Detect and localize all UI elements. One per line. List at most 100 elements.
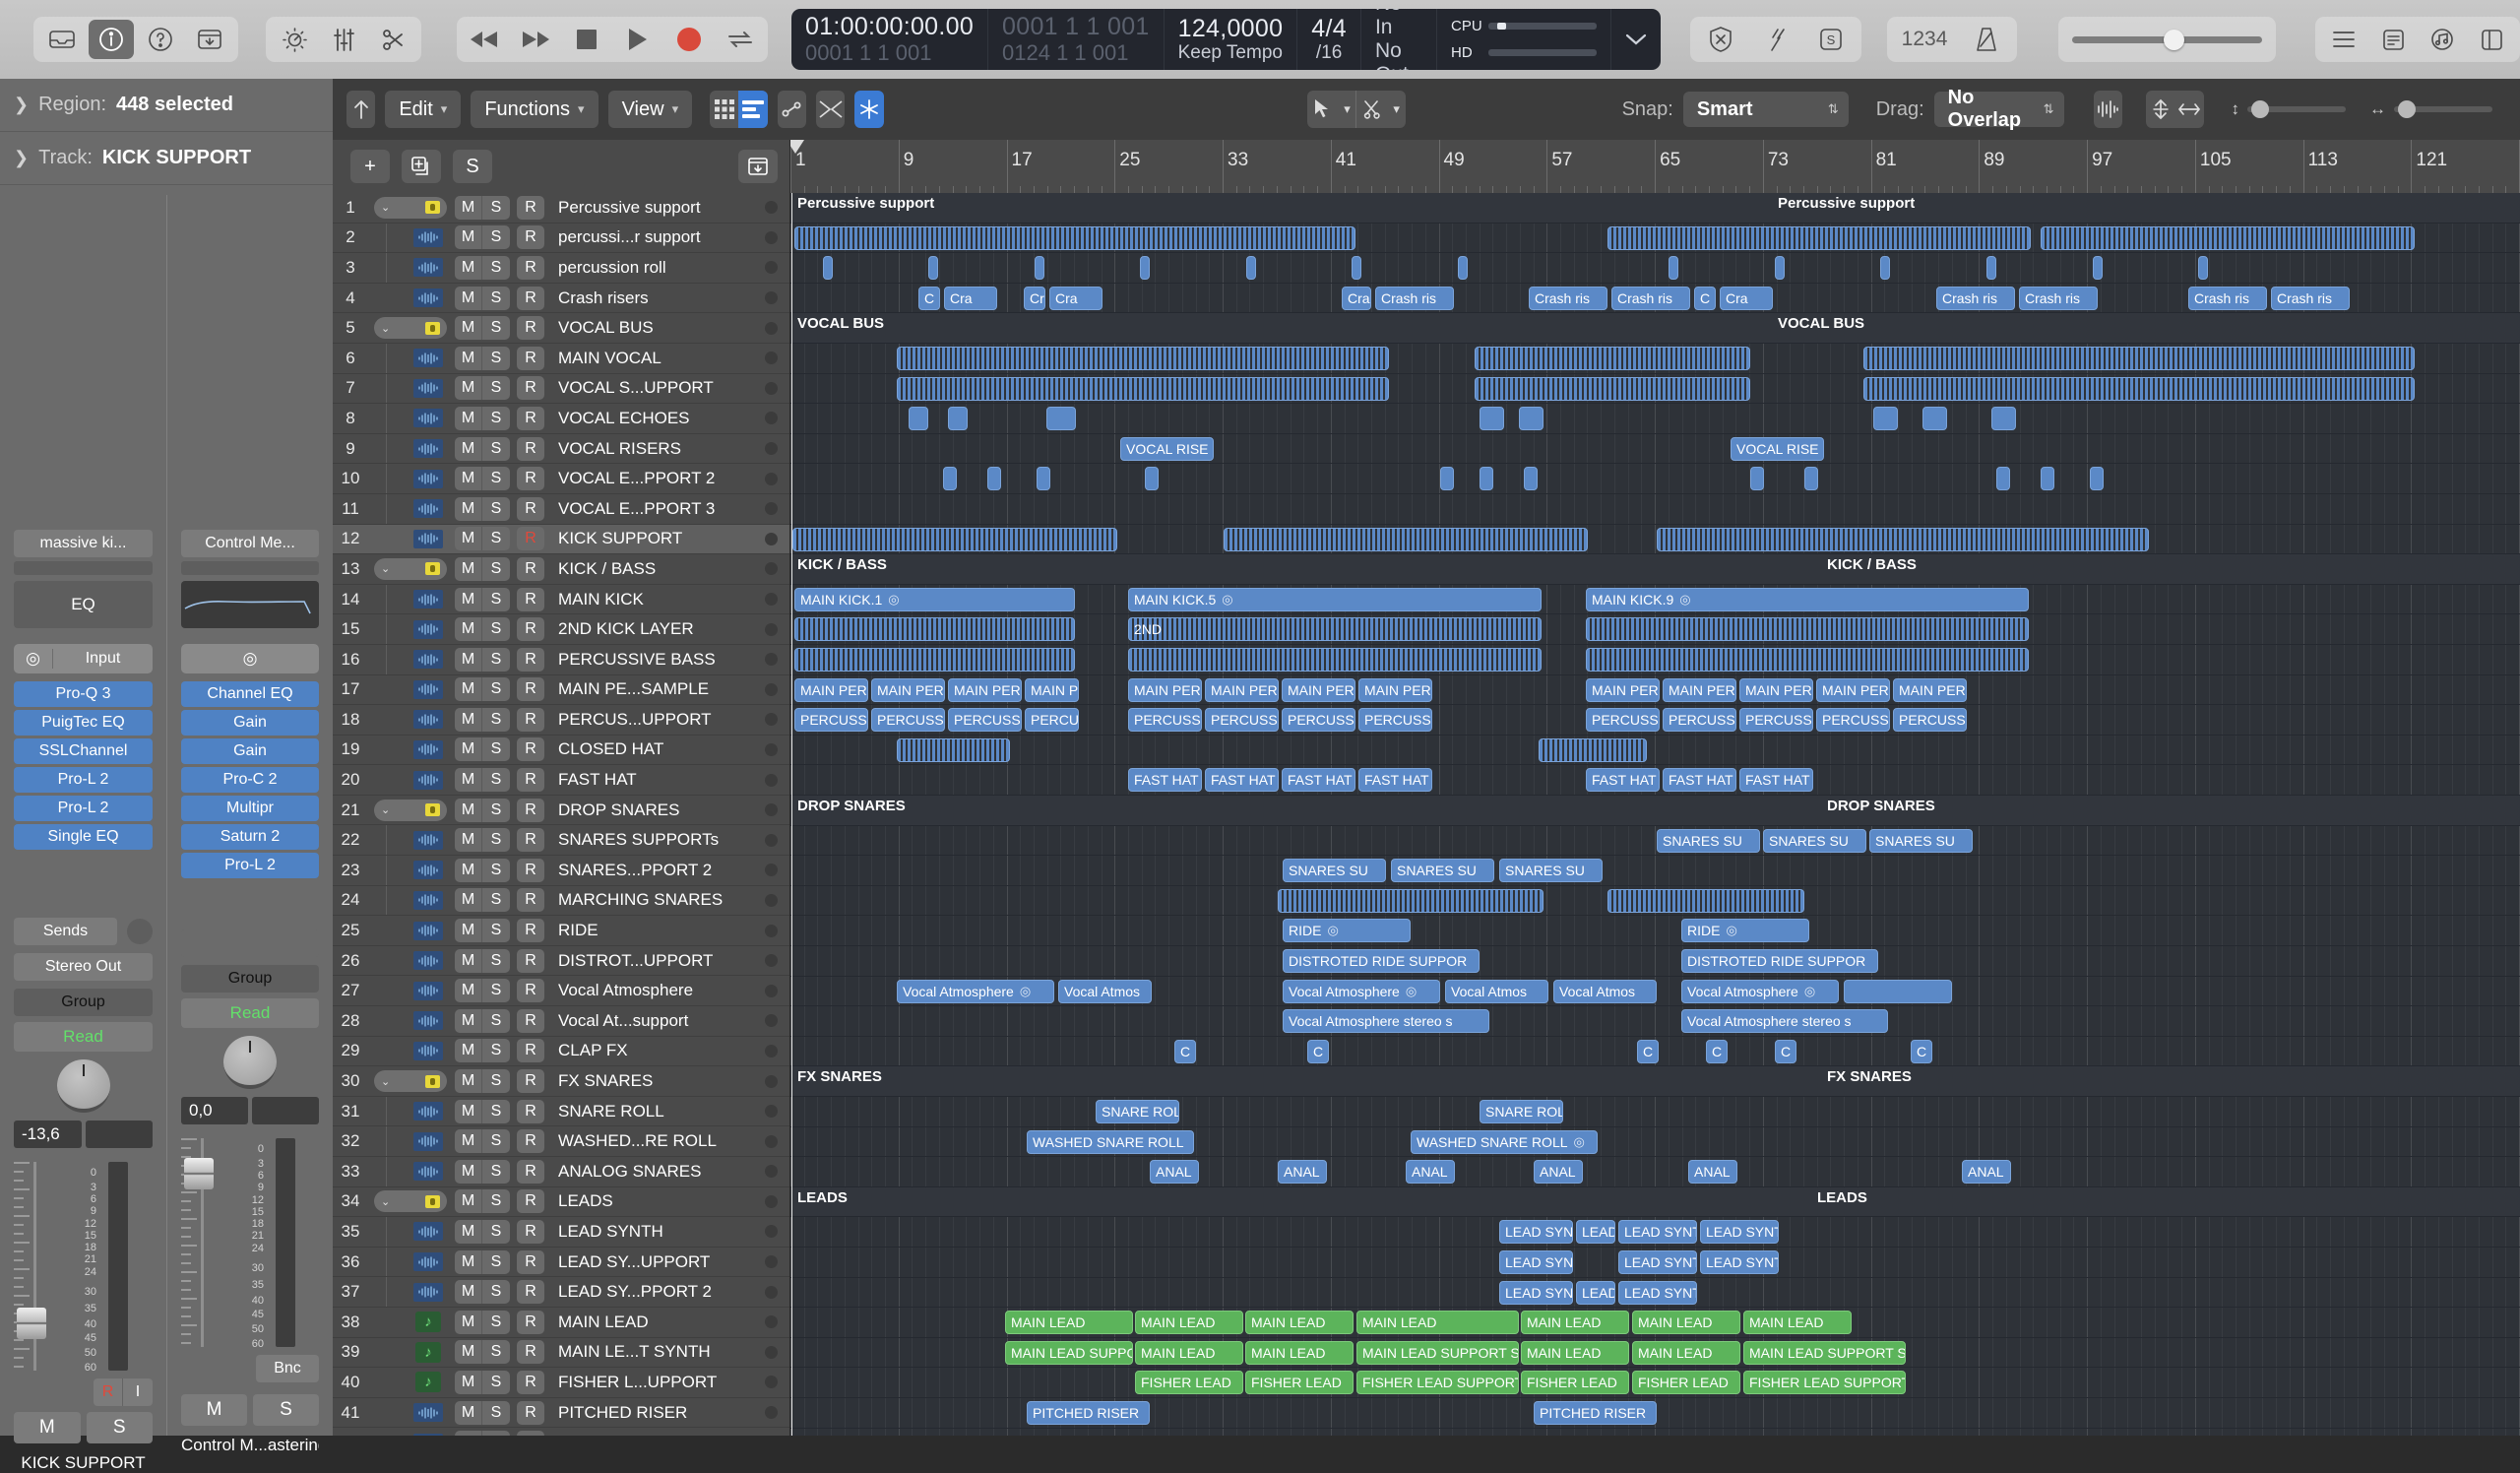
- region[interactable]: [1458, 256, 1468, 280]
- region[interactable]: [1037, 467, 1050, 490]
- strip2-setting[interactable]: Control Me...: [181, 530, 319, 557]
- track-name[interactable]: KICK / BASS: [558, 559, 765, 579]
- region[interactable]: PERCUSSIO: [1358, 708, 1432, 732]
- track-mute-button[interactable]: M: [455, 1371, 482, 1394]
- region[interactable]: RIDE◎: [1681, 919, 1809, 942]
- region[interactable]: [2090, 467, 2104, 490]
- audio-track-icon[interactable]: [413, 861, 443, 879]
- region[interactable]: C: [1307, 1040, 1329, 1063]
- track-lane[interactable]: [790, 253, 2520, 284]
- region[interactable]: PERCUSSIO: [1816, 708, 1890, 732]
- strip2-fader-cap[interactable]: [184, 1158, 214, 1189]
- track-row[interactable]: 28MSRVocal At...support: [333, 1006, 789, 1037]
- track-color-dot[interactable]: [765, 1376, 778, 1388]
- track-color-dot[interactable]: [765, 1075, 778, 1088]
- track-name[interactable]: LEADS: [558, 1191, 765, 1211]
- region[interactable]: PERCUSSIO: [1663, 708, 1736, 732]
- strip2-input-slot[interactable]: ◎: [181, 644, 319, 673]
- audio-track-icon[interactable]: [413, 379, 443, 398]
- plugin-slot[interactable]: Gain: [181, 738, 319, 764]
- track-name[interactable]: DROP SNARES: [558, 801, 765, 820]
- region[interactable]: PITCHED RISER: [1534, 1401, 1657, 1425]
- track-lane[interactable]: [790, 946, 2520, 977]
- track-name[interactable]: DISTROT...UPPORT: [558, 951, 765, 971]
- track-mute-button[interactable]: M: [455, 287, 482, 310]
- catch-playhead-icon[interactable]: [854, 91, 883, 128]
- track-mute-button[interactable]: M: [455, 1039, 482, 1062]
- track-record-button[interactable]: R: [517, 859, 544, 882]
- track-name[interactable]: SNARES SUPPORTs: [558, 830, 765, 850]
- track-inspector-header[interactable]: ❯ Track: KICK SUPPORT: [0, 132, 333, 185]
- audio-track-icon[interactable]: [413, 891, 443, 910]
- collapse-tracks-icon[interactable]: [738, 150, 778, 183]
- track-row[interactable]: 4MSRCrash risers: [333, 284, 789, 314]
- track-solo-button[interactable]: S: [482, 1220, 510, 1244]
- region[interactable]: [1035, 256, 1044, 280]
- track-mute-button[interactable]: M: [455, 1250, 482, 1274]
- region[interactable]: [1844, 980, 1952, 1003]
- track-record-button[interactable]: R: [517, 1039, 544, 1062]
- stop-icon[interactable]: [567, 23, 606, 56]
- track-mute-button[interactable]: M: [455, 196, 482, 220]
- track-solo-button[interactable]: S: [482, 557, 510, 581]
- track-row[interactable]: 41MSRPITCHED RISER: [333, 1398, 789, 1429]
- region[interactable]: [1145, 467, 1159, 490]
- region[interactable]: PERCUSSIO: [794, 708, 868, 732]
- track-name[interactable]: MAIN LE...T SYNTH: [558, 1342, 765, 1362]
- track-record-button[interactable]: R: [517, 256, 544, 280]
- pointer-tool-chevron[interactable]: ▾: [1338, 91, 1355, 128]
- track-mute-button[interactable]: M: [455, 677, 482, 701]
- track-lane[interactable]: [790, 1429, 2520, 1436]
- track-solo-button[interactable]: S: [482, 1160, 510, 1184]
- lcd-display[interactable]: 01:00:00:00.00 0001 1 1 001 0001 1 1 001…: [791, 9, 1661, 70]
- chevron-down-icon[interactable]: ⌄: [381, 562, 390, 575]
- track-name[interactable]: SNARE ROLL: [558, 1102, 765, 1121]
- track-row[interactable]: 26MSRDISTROT...UPPORT: [333, 946, 789, 977]
- region[interactable]: Crash ris: [1375, 287, 1454, 310]
- audio-track-icon[interactable]: [413, 499, 443, 518]
- track-record-button[interactable]: R: [517, 1160, 544, 1184]
- menu-functions[interactable]: Functions▾: [471, 91, 598, 128]
- strip1-volume-value[interactable]: -13,6: [14, 1121, 82, 1148]
- audio-track-icon[interactable]: [413, 288, 443, 307]
- drag-popup[interactable]: No Overlap ⇅: [1934, 92, 2064, 127]
- mixer-icon[interactable]: [321, 20, 366, 59]
- audio-track-icon[interactable]: [413, 1102, 443, 1121]
- track-record-button[interactable]: R: [517, 467, 544, 490]
- track-mute-button[interactable]: M: [455, 768, 482, 792]
- track-icon[interactable]: [425, 201, 440, 214]
- region[interactable]: Crash ris: [2271, 287, 2350, 310]
- track-name[interactable]: VOCAL S...UPPORT: [558, 378, 765, 398]
- track-color-dot[interactable]: [765, 803, 778, 816]
- track-record-button[interactable]: R: [517, 407, 544, 430]
- region[interactable]: [1278, 889, 1544, 913]
- track-row[interactable]: 21⌄MSRDROP SNARES: [333, 796, 789, 826]
- region[interactable]: Vocal Atmos: [1553, 980, 1657, 1003]
- track-name[interactable]: FX SNARES: [558, 1071, 765, 1091]
- region[interactable]: MAIN PERC: [948, 678, 1022, 702]
- track-name[interactable]: FISHER L...UPPORT: [558, 1373, 765, 1392]
- region[interactable]: [1524, 467, 1538, 490]
- region[interactable]: [1519, 407, 1544, 430]
- save-icon[interactable]: [187, 20, 232, 59]
- region[interactable]: [2041, 226, 2415, 250]
- region[interactable]: Vocal Atmosphere stereo s: [1681, 1009, 1888, 1033]
- track-lane[interactable]: [790, 736, 2520, 766]
- track-lane[interactable]: [790, 856, 2520, 886]
- region[interactable]: MAIN LEAD SUPPORT SYN: [1743, 1341, 1906, 1365]
- region[interactable]: MAIN PERC: [794, 678, 868, 702]
- strip1-fader-cap[interactable]: [17, 1308, 46, 1339]
- region[interactable]: VOCAL RISE: [1120, 437, 1214, 461]
- plugin-slot[interactable]: Single EQ: [14, 824, 153, 850]
- track-row[interactable]: 2MSRpercussi...r support: [333, 224, 789, 254]
- strip2-group[interactable]: Group: [181, 965, 319, 993]
- track-row[interactable]: 1⌄MSRPercussive support: [333, 193, 789, 224]
- region[interactable]: [1880, 256, 1890, 280]
- track-mute-button[interactable]: M: [455, 617, 482, 641]
- track-row[interactable]: 35MSRLEAD SYNTH: [333, 1217, 789, 1248]
- track-row[interactable]: 16MSRPERCUSSIVE BASS: [333, 645, 789, 675]
- plugin-slot[interactable]: Pro-C 2: [181, 767, 319, 793]
- track-solo-button[interactable]: S: [482, 888, 510, 912]
- track-name[interactable]: KICK SUPPORT: [558, 529, 765, 548]
- region[interactable]: ANAL: [1534, 1160, 1583, 1184]
